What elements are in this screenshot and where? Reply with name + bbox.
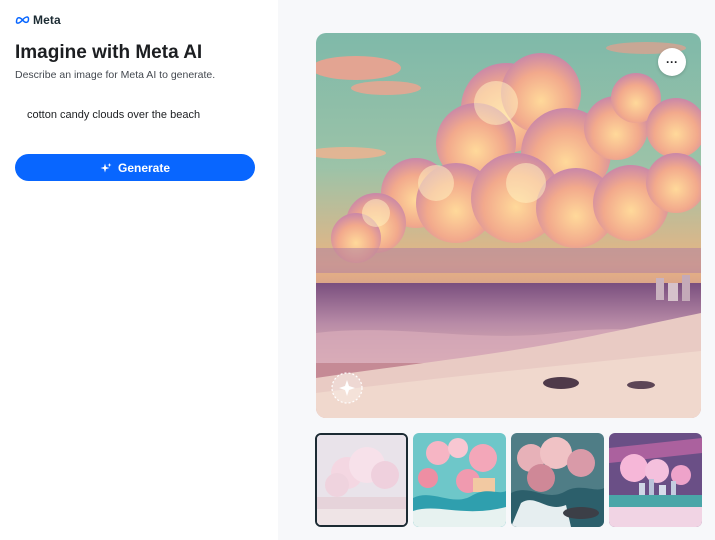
page-title: Imagine with Meta AI bbox=[15, 42, 203, 63]
meta-infinity-icon bbox=[15, 16, 30, 24]
generate-button[interactable]: Generate bbox=[15, 154, 255, 181]
thumbnail-4[interactable] bbox=[609, 433, 702, 527]
left-panel: Meta Imagine with Meta AI Describe an im… bbox=[0, 0, 278, 540]
page-subtitle: Describe an image for Meta AI to generat… bbox=[15, 69, 216, 81]
thumbnail-3[interactable] bbox=[511, 433, 604, 527]
generate-label: Generate bbox=[117, 160, 171, 175]
imagined-with-ai-icon bbox=[331, 372, 363, 404]
thumbnail-1[interactable] bbox=[315, 433, 408, 527]
more-icon: ··· bbox=[666, 55, 678, 69]
more-options-button[interactable]: ··· bbox=[658, 48, 686, 76]
prompt-input[interactable] bbox=[15, 100, 255, 130]
sparkle-icon bbox=[100, 162, 112, 172]
brand[interactable]: Meta bbox=[15, 13, 61, 27]
generated-image[interactable] bbox=[316, 33, 701, 418]
brand-name: Meta bbox=[33, 13, 61, 27]
thumbnail-2[interactable] bbox=[413, 433, 506, 527]
